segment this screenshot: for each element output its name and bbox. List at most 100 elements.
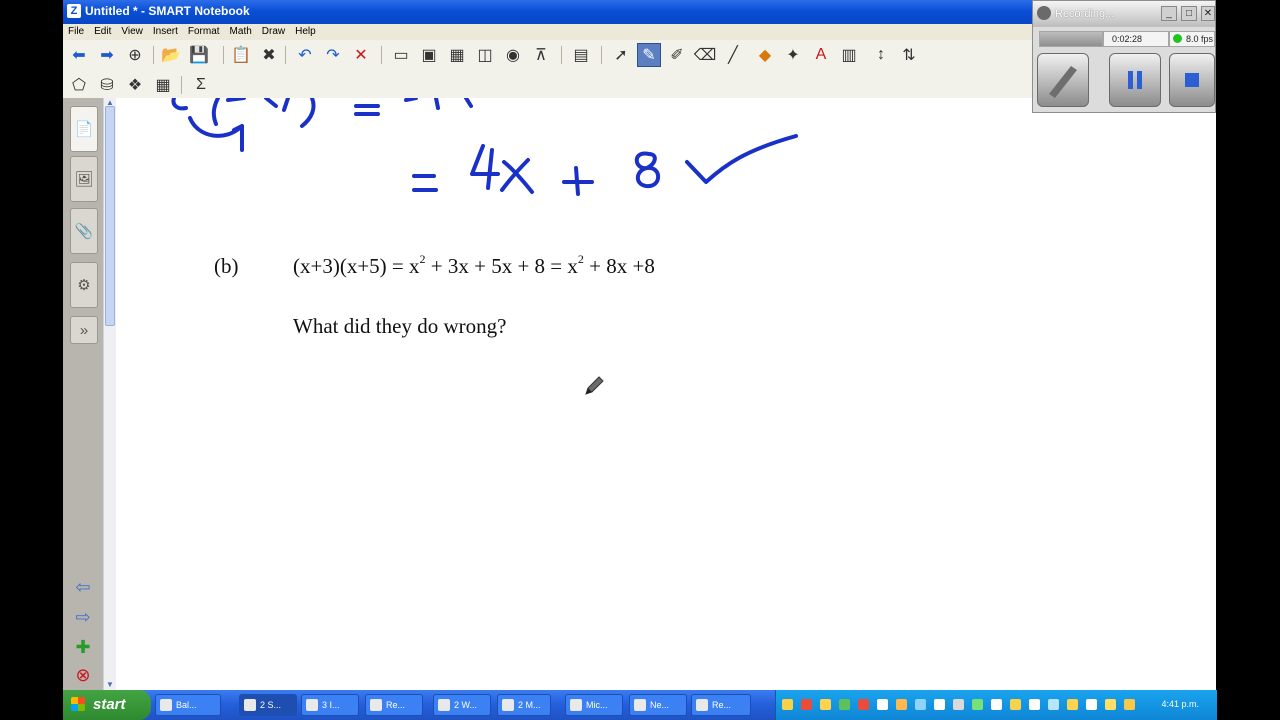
recorder-menu-button[interactable] [1037,53,1089,107]
sigma-icon[interactable]: Σ [189,73,213,97]
windows-taskbar: start Bal... 2 S... 3 I... Re... 2 W... 2 M..… [63,690,1217,720]
screen-shade-icon[interactable]: ▭ [389,43,413,67]
tray-icon[interactable] [915,699,926,710]
tray-icon[interactable] [1010,699,1021,710]
delete-page-icon[interactable]: ✖ [257,43,281,67]
taskbar-button[interactable]: Re... [691,694,751,716]
dual-display-icon[interactable]: ◫ [473,43,497,67]
start-button[interactable]: start [63,690,151,720]
menu-draw[interactable]: Draw [257,24,290,37]
pause-button[interactable] [1109,53,1161,107]
tray-icon[interactable] [1067,699,1078,710]
vertical-scrollbar[interactable]: ▲ ▼ [103,98,116,690]
gallery-tab[interactable]: 🖼 [70,156,98,202]
shape-recognition-icon[interactable]: ⬠ [67,73,91,97]
page-sorter-tab[interactable]: 📄 [70,106,98,152]
fill-icon[interactable]: ▥ [837,43,861,67]
menu-format[interactable]: Format [183,24,225,37]
fill-bucket-icon[interactable]: ⛁ [95,73,119,97]
minimize-icon[interactable]: _ [1161,6,1177,21]
delete-page-side-icon[interactable]: ⊗ [71,664,95,686]
transparent-bg-icon[interactable]: ▦ [445,43,469,67]
taskbar-button[interactable]: Mic... [565,694,623,716]
tray-icon[interactable] [801,699,812,710]
menu-file[interactable]: File [63,24,89,37]
pause-icon [1128,71,1142,89]
tray-icon[interactable] [1105,699,1116,710]
select-icon[interactable]: ➚ [609,43,633,67]
close-icon[interactable]: ✕ [1201,6,1215,21]
open-icon[interactable]: 📂 [159,43,183,67]
document-camera-icon[interactable]: ⊼ [529,43,553,67]
taskbar-button[interactable]: Re... [365,694,423,716]
taskbar-button[interactable]: 2 M... [497,694,551,716]
pen-icon[interactable]: ✎ [637,43,661,67]
magic-pen-icon[interactable]: ✦ [781,43,805,67]
previous-page-icon[interactable]: ⇦ [71,576,95,598]
stop-button[interactable] [1169,53,1215,107]
toolbar-separator [601,46,602,64]
program-icon [244,699,256,711]
collapse-tab[interactable]: » [70,316,98,344]
taskbar-button[interactable]: 2 S... [239,694,297,716]
line-icon[interactable]: ╱ [721,43,745,67]
tray-icon[interactable] [839,699,850,710]
add-page-icon[interactable]: ⊕ [123,43,147,67]
undo-icon[interactable]: ↶ [293,43,317,67]
attachments-tab[interactable]: 📎 [70,208,98,254]
program-icon [634,699,646,711]
menu-insert[interactable]: Insert [148,24,183,37]
redo-icon[interactable]: ↷ [321,43,345,67]
tray-icon[interactable] [858,699,869,710]
tray-icon[interactable] [934,699,945,710]
properties-tab[interactable]: ⚙ [70,262,98,308]
tray-icon[interactable] [1124,699,1135,710]
menu-edit[interactable]: Edit [89,24,116,37]
menu-math[interactable]: Math [225,24,257,37]
text-icon[interactable]: A [809,43,833,67]
delete-icon[interactable]: ✕ [349,43,373,67]
table-tools-icon[interactable]: ▦ [151,73,175,97]
tray-icon[interactable] [877,699,888,710]
tray-icon[interactable] [991,699,1002,710]
back-icon[interactable]: ⬅ [67,43,91,67]
maximize-icon[interactable]: □ [1181,6,1197,21]
gallery-icon[interactable]: ❖ [123,73,147,97]
taskbar-button-label: Re... [386,700,406,710]
tray-icon[interactable] [972,699,983,710]
add-page-side-icon[interactable]: ✚ [71,636,95,658]
taskbar-button[interactable]: 3 I... [301,694,359,716]
tray-icon[interactable] [896,699,907,710]
table-icon[interactable]: ▤ [569,43,593,67]
full-screen-icon[interactable]: ▣ [417,43,441,67]
taskbar-button[interactable]: 2 W... [433,694,491,716]
notebook-page[interactable]: (b) (x+3)(x+5) = x2 + 3x + 5x + 8 = x2 +… [116,98,1216,690]
recorder-logo-icon [1049,66,1077,98]
recorder-title-bar: Recording... _ □ ✕ [1033,1,1215,27]
properties-icon[interactable]: ↕ [869,43,893,67]
forward-icon[interactable]: ➡ [95,43,119,67]
taskbar-button-label: Re... [712,700,732,710]
taskbar-button[interactable]: Ne... [629,694,687,716]
menu-view[interactable]: View [116,24,148,37]
clock: 4:41 p.m. [1161,699,1199,709]
tray-icon[interactable] [953,699,964,710]
tray-icon[interactable] [1048,699,1059,710]
taskbar-button[interactable]: Bal... [155,694,221,716]
capture-icon[interactable]: ◉ [501,43,525,67]
move-toolbar-icon[interactable]: ⇅ [897,43,921,67]
tray-icon[interactable] [782,699,793,710]
tray-icon[interactable] [1086,699,1097,710]
save-icon[interactable]: 💾 [187,43,211,67]
scroll-thumb[interactable] [105,106,115,326]
next-page-icon[interactable]: ⇨ [71,606,95,628]
menu-help[interactable]: Help [290,24,321,37]
shapes-icon[interactable]: ◆ [753,43,777,67]
window-title: Untitled * - SMART Notebook [85,4,250,18]
paste-icon[interactable]: 📋 [229,43,253,67]
creative-pen-icon[interactable]: ✐ [665,43,689,67]
tray-icon[interactable] [1029,699,1040,710]
tray-icon[interactable] [820,699,831,710]
eraser-icon[interactable]: ⌫ [693,43,717,67]
scroll-down-icon[interactable]: ▼ [105,680,115,690]
